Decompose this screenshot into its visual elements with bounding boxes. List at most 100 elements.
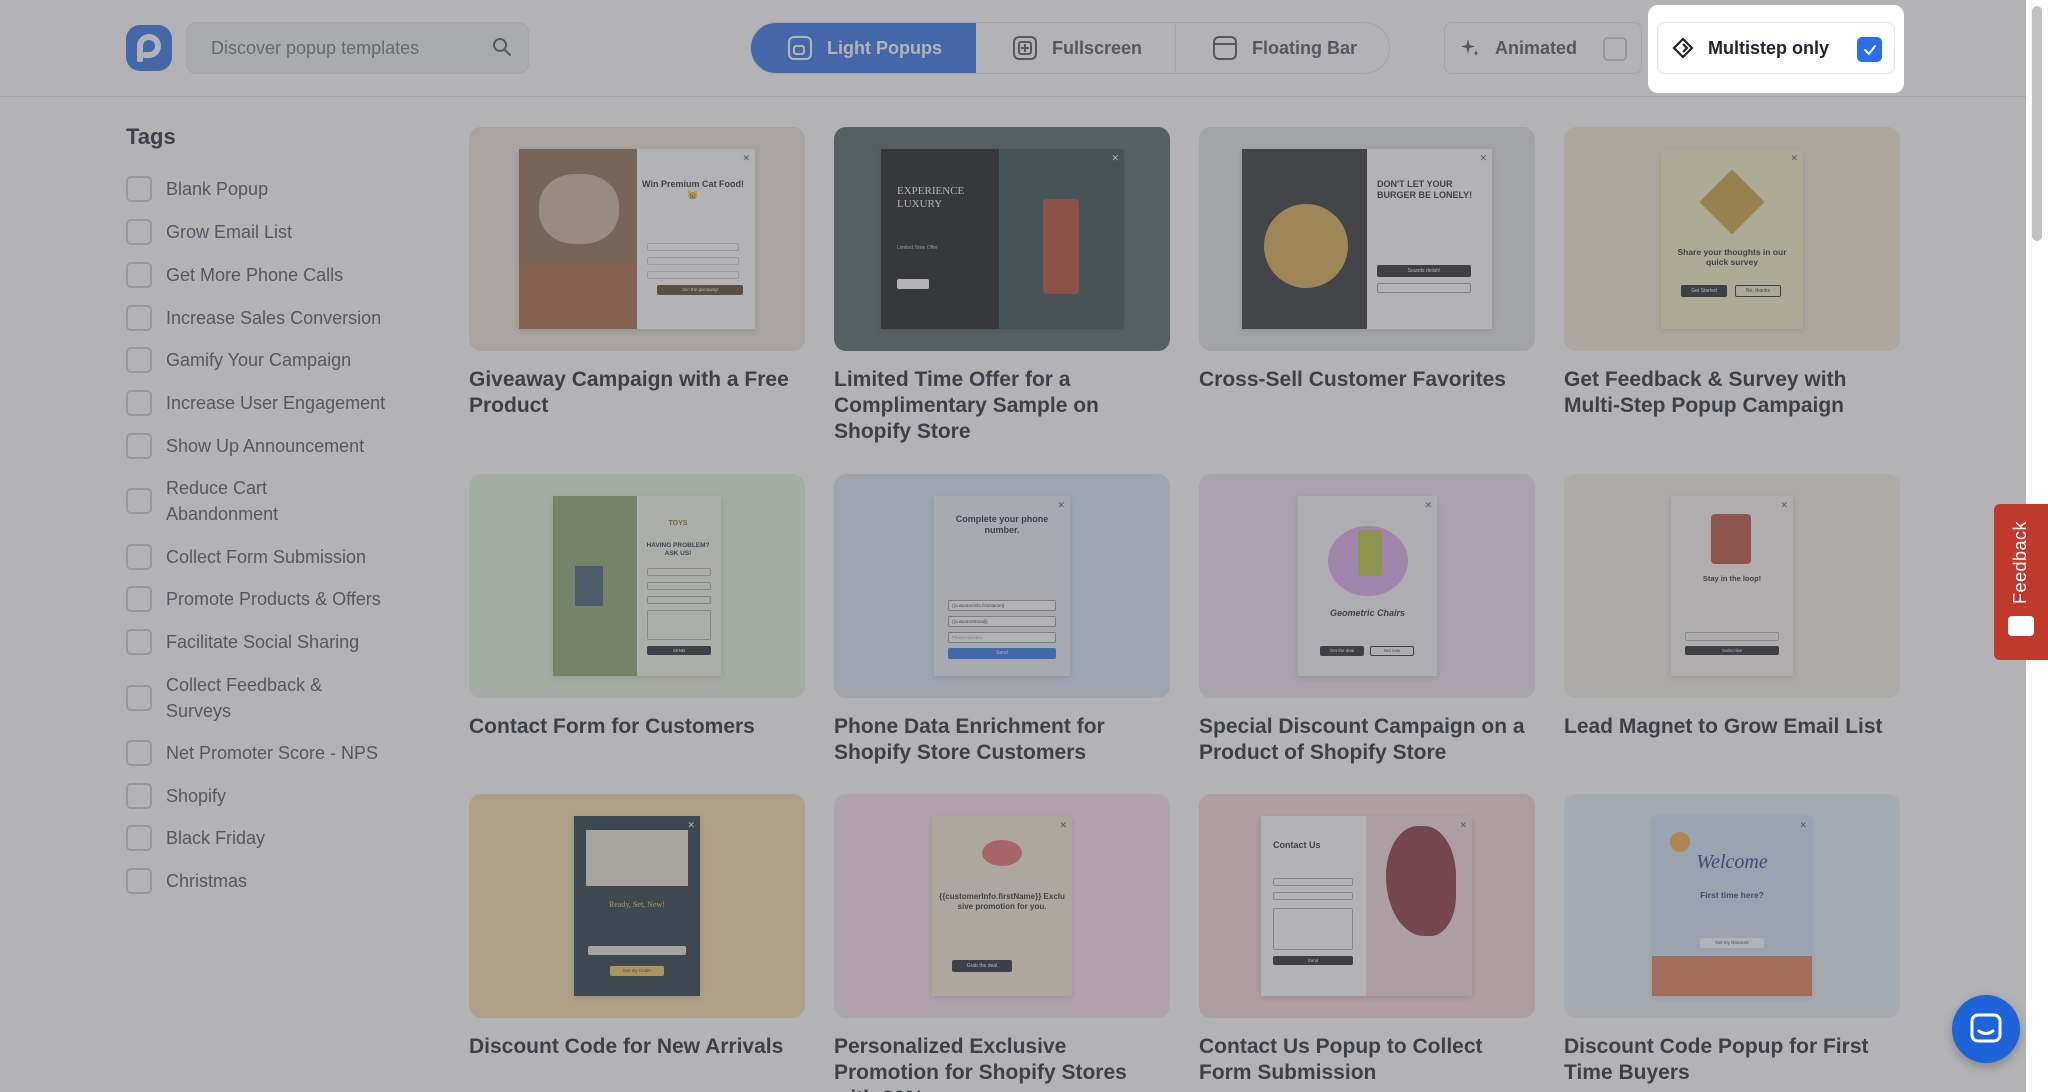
tab-light-popups[interactable]: Light Popups [751,23,976,73]
tag-filter[interactable]: Increase User Engagement [126,390,416,416]
animated-checkbox[interactable] [1603,37,1627,61]
feedback-icon [2008,616,2034,636]
popup-field: {{customerInfo.firstName}} [948,600,1056,611]
popup-button: Grab the deal [952,960,1012,972]
multistep-filter-highlight: Multistep only [1648,5,1904,93]
tag-checkbox[interactable] [126,347,152,373]
tag-checkbox[interactable] [126,740,152,766]
logo-icon [137,34,161,62]
tag-checkbox[interactable] [126,783,152,809]
template-thumbnail[interactable]: Share your thoughts in our quick survey … [1564,127,1900,351]
close-icon: ✕ [1799,820,1807,830]
sparkle-icon [1461,39,1479,56]
tag-filter[interactable]: Get More Phone Calls [126,262,416,288]
tag-filter[interactable]: Gamify Your Campaign [126,347,416,373]
popup-title: Stay in the loop! [1702,574,1762,583]
tag-filter[interactable]: Net Promoter Score - NPS [126,740,416,766]
tag-filter[interactable]: Shopify [126,783,416,809]
tag-checkbox[interactable] [126,262,152,288]
template-thumbnail[interactable]: Ready, Set, New! Get my Code! ✕ [469,794,805,1018]
search-icon[interactable] [492,37,512,62]
template-thumbnail[interactable]: Stay in the loop! Subscribe ✕ [1564,474,1900,698]
popup-preview: Complete your phone number. {{customerIn… [934,496,1070,676]
animated-filter[interactable]: Animated [1444,22,1642,74]
tag-checkbox[interactable] [126,868,152,894]
tag-checkbox[interactable] [126,219,152,245]
tab-fullscreen[interactable]: Fullscreen [976,23,1176,73]
template-title[interactable]: Contact Form for Customers [469,714,809,740]
template-search [186,22,529,74]
tag-checkbox[interactable] [126,825,152,851]
toys-image [553,496,637,676]
tag-checkbox[interactable] [126,544,152,570]
tag-checkbox[interactable] [126,176,152,202]
tag-filter[interactable]: Black Friday [126,825,416,851]
template-thumbnail[interactable]: Contact Us Send ✕ [1199,794,1535,1018]
template-title[interactable]: Discount Code Popup for First Time Buyer… [1564,1034,1904,1086]
tag-filter[interactable]: Facilitate Social Sharing [126,629,416,655]
app-logo[interactable] [126,25,172,71]
template-thumbnail[interactable]: {{customerInfo.firstName}} Exclusive pro… [834,794,1170,1018]
template-title[interactable]: Giveaway Campaign with a Free Product [469,367,809,419]
perfume-image [999,149,1124,329]
tag-label: Collect Form Submission [166,547,367,567]
multistep-filter[interactable]: Multistep only [1657,22,1895,74]
tag-filter[interactable]: Christmas [126,868,416,894]
tag-checkbox[interactable] [126,433,152,459]
popup-title: EXPERIENCE LUXURY [897,185,965,211]
template-title[interactable]: Phone Data Enrichment for Shopify Store … [834,714,1174,766]
template-title[interactable]: Special Discount Campaign on a Product o… [1199,714,1539,766]
sun-image [1670,832,1690,852]
multistep-icon [1672,37,1694,59]
close-icon: ✕ [1780,500,1788,510]
template-title[interactable]: Cross-Sell Customer Favorites [1199,367,1539,393]
tag-label: Blank Popup [166,179,269,199]
close-icon: ✕ [1424,500,1432,510]
template-thumbnail[interactable]: Geometric Chairs Get the deal Not now ✕ [1199,474,1535,698]
tag-checkbox[interactable] [126,390,152,416]
tag-filter[interactable]: Blank Popup [126,176,416,202]
template-title[interactable]: Personalized Exclusive Promotion for Sho… [834,1034,1174,1092]
close-icon: ✕ [742,153,750,163]
template-title[interactable]: Discount Code for New Arrivals [469,1034,809,1060]
popup-preview: Welcome First time here? Get my Discount… [1652,816,1812,996]
tag-label: Promote Products & Offers [166,589,381,609]
tab-label: Light Popups [827,37,942,58]
tag-checkbox[interactable] [126,629,152,655]
tag-label: Grow Email List [166,222,293,242]
close-icon: ✕ [687,820,695,830]
tag-filter[interactable]: Grow Email List [126,219,416,245]
tag-filter[interactable]: Promote Products & Offers [126,586,416,612]
search-input[interactable] [187,23,477,73]
template-thumbnail[interactable]: TOYS HAVING PROBLEM? ASK US! SEND [469,474,805,698]
multistep-label: Multistep only [1708,37,1829,58]
chat-button[interactable] [1952,995,2020,1063]
tag-label: Gamify Your Campaign [166,350,352,370]
template-title[interactable]: Limited Time Offer for a Complimentary S… [834,367,1174,445]
tag-filter[interactable]: Collect Feedback & Surveys [126,672,416,724]
template-thumbnail[interactable]: Welcome First time here? Get my Discount… [1564,794,1900,1018]
tag-filter[interactable]: Show Up Announcement [126,433,416,459]
popup-preview: EXPERIENCE LUXURY Limited Time Offer ✕ [881,149,1124,329]
feedback-tab[interactable]: Feedback [1994,504,2048,660]
tab-floating-bar[interactable]: Floating Bar [1176,23,1390,73]
tag-checkbox[interactable] [126,305,152,331]
tag-filter[interactable]: Reduce Cart Abandonment [126,475,396,527]
template-title[interactable]: Get Feedback & Survey with Multi-Step Po… [1564,367,1904,419]
template-title[interactable]: Contact Us Popup to Collect Form Submiss… [1199,1034,1539,1086]
template-thumbnail[interactable]: EXPERIENCE LUXURY Limited Time Offer ✕ [834,127,1170,351]
tag-filter[interactable]: Collect Form Submission [126,544,416,570]
template-thumbnail[interactable]: DON'T LET YOUR BURGER BE LONELY! Sounds … [1199,127,1535,351]
template-thumbnail[interactable]: Win Premium Cat Food! 😸 Join the giveawa… [469,127,805,351]
tag-filter[interactable]: Increase Sales Conversion [126,305,416,331]
popup-field: {{customerEmail}} [948,616,1056,627]
multistep-checkbox[interactable] [1857,37,1882,62]
close-icon: ✕ [1057,500,1065,510]
scrollbar-thumb[interactable] [2032,6,2042,241]
tag-checkbox[interactable] [126,586,152,612]
mailbox-image [1711,514,1751,564]
tag-checkbox[interactable] [126,685,152,711]
tag-checkbox[interactable] [126,488,152,514]
template-title[interactable]: Lead Magnet to Grow Email List [1564,714,1904,740]
template-thumbnail[interactable]: Complete your phone number. {{customerIn… [834,474,1170,698]
